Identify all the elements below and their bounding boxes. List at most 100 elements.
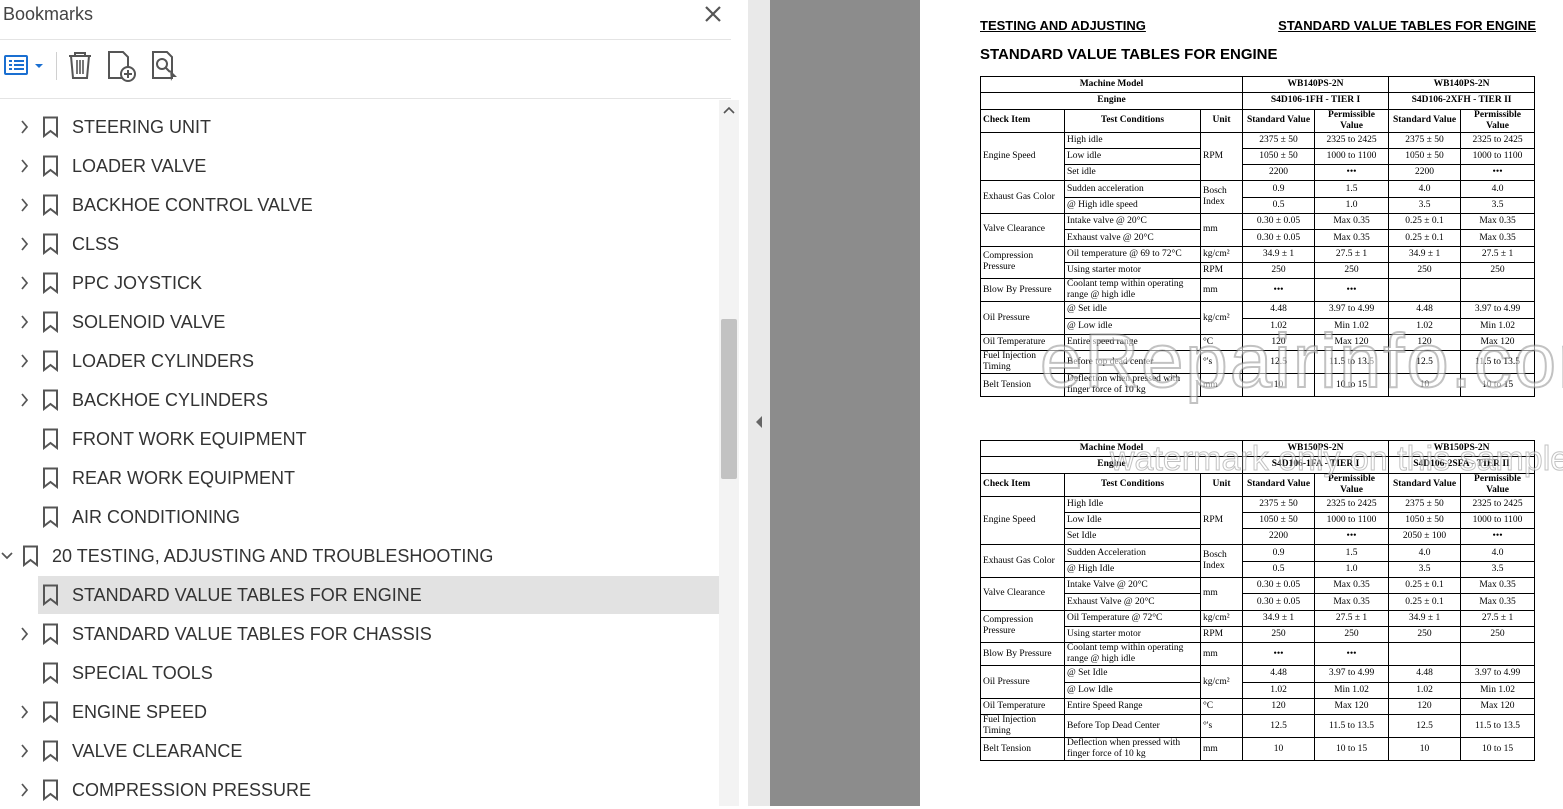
table-cell: Min 1.02 [1460,681,1536,699]
document-viewer[interactable]: TESTING AND ADJUSTING STANDARD VALUE TAB… [770,0,1563,806]
bookmark-item[interactable]: STANDARD VALUE TABLES FOR CHASSIS [0,615,719,653]
table-cell: 250 [1388,625,1462,644]
table-cell: Exhaust valve @ 20°C [1064,229,1201,247]
chevron-right-icon[interactable] [16,391,34,409]
bookmark-item[interactable]: ENGINE SPEED [0,693,719,731]
table-cell: RPM [1199,261,1244,280]
bookmark-item[interactable]: AIR CONDITIONING [0,498,719,536]
table-cell: Valve Clearance [980,577,1065,611]
chevron-right-icon[interactable] [16,625,34,643]
table-cell: Exhaust Gas Color [980,180,1065,215]
table-cell: 4.48 [1388,301,1462,319]
bookmark-item[interactable]: BACKHOE CONTROL VALVE [0,186,719,224]
table-cell: 4.0 [1388,180,1462,198]
bookmark-item[interactable]: LOADER CYLINDERS [0,342,719,380]
bookmark-item[interactable]: COMPRESSION PRESSURE [0,771,719,809]
table-cell: 1.0 [1314,196,1390,215]
table-cell: Before top dead center [1064,350,1201,375]
bookmark-item[interactable]: FRONT WORK EQUIPMENT [0,420,719,458]
table-cell: S4D106-2XFH - TIER II [1388,92,1536,110]
table-cell: Unit [1199,472,1244,497]
bookmark-item[interactable]: SOLENOID VALVE [0,303,719,341]
table-cell: 27.5 ± 1 [1314,245,1390,263]
bookmark-item[interactable]: VALVE CLEARANCE [0,732,719,770]
bookmark-item[interactable]: LOADER VALVE [0,147,719,185]
table-cell: 1000 to 1100 [1460,511,1536,530]
table-cell: RPM [1199,625,1244,644]
engine-spec-table-wb140: Machine Model WB140PS-2N WB140PS-2N Engine S… [979,75,1536,398]
bookmark-item[interactable]: CLSS [0,225,719,263]
table-cell: 250 [1314,261,1390,280]
table-cell: 2050 ± 100 [1388,528,1462,546]
bookmark-item[interactable]: BACKHOE CYLINDERS [0,381,719,419]
chevron-right-icon[interactable] [16,157,34,175]
table-cell: 4.48 [1388,665,1462,683]
table-cell: WB140PS-2N [1388,75,1536,94]
table-cell: 2325 to 2425 [1460,495,1536,513]
chevron-right-icon[interactable] [16,118,34,136]
table-cell: ••• [1314,528,1390,546]
table-cell: Fuel Injection Timing [980,350,1065,375]
chevron-right-icon[interactable] [16,196,34,214]
chevron-right-icon[interactable] [16,352,34,370]
bookmark-label: REAR WORK EQUIPMENT [72,468,296,488]
collapse-panel-icon[interactable] [754,415,764,429]
bookmark-icon [43,389,58,411]
table-cell: Max 0.35 [1314,229,1390,247]
scroll-up-button[interactable] [719,100,739,120]
page-header-left: TESTING AND ADJUSTING [980,18,1146,33]
table-cell: Standard Value [1388,472,1462,497]
find-bookmark-button[interactable] [148,48,184,84]
chevron-right-icon[interactable] [16,781,34,799]
bookmark-icon [43,779,58,801]
bookmark-item[interactable]: STANDARD VALUE TABLES FOR ENGINE [38,576,719,614]
bookmark-item[interactable]: PPC JOYSTICK [0,264,719,302]
bookmark-icon [43,740,58,762]
table-cell: 2200 [1242,164,1316,182]
table-row: Exhaust valve @ 20°C 0.30 ± 0.05 Max 0.35 0… [981,229,1536,247]
table-row: Fuel Injection Timing Before top dead cen… [980,350,1536,375]
table-cell: 3.97 to 4.99 [1314,665,1390,683]
table-cell: 2375 ± 50 [1388,131,1462,149]
table-cell: 2325 to 2425 [1314,131,1390,149]
chevron-right-icon[interactable] [16,313,34,331]
table-cell: Oil Temperature [980,697,1065,716]
table-cell: Bosch Index [1199,180,1244,215]
panel-splitter[interactable] [748,0,770,806]
table-cell: 12.5 [1242,714,1316,739]
chevron-down-icon[interactable] [0,547,16,565]
chevron-right-icon[interactable] [16,742,34,760]
table-cell: Oil temperature @ 69 to 72°C [1064,245,1201,263]
table-row: Exhaust Valve @ 20°C 0.30 ± 0.05 Max 0.35 0… [981,593,1536,611]
table-cell: Engine Speed [980,495,1065,546]
chevron-right-icon[interactable] [16,235,34,253]
table-cell: Oil Pressure [980,665,1065,699]
table-cell: 4.48 [1242,665,1316,683]
bookmark-item[interactable]: SPECIAL TOOLS [0,654,719,692]
table-cell: 1.02 [1242,317,1316,335]
table-cell: 1000 to 1100 [1314,147,1390,166]
delete-bookmark-button[interactable] [63,48,97,84]
table-cell: Max 0.35 [1314,213,1390,231]
table-cell: Entire Speed Range [1064,697,1201,716]
bookmark-icon [43,233,58,255]
table-cell: RPM [1199,131,1244,182]
bookmark-icon [43,350,58,372]
chevron-right-icon[interactable] [16,274,34,292]
options-menu-button[interactable] [2,48,46,84]
bookmark-item[interactable]: STEERING UNIT [0,108,719,146]
bookmark-icon [43,584,58,606]
table-cell: Max 0.35 [1460,593,1536,611]
bookmark-icon [43,467,58,489]
table-cell: mm [1199,213,1244,247]
table-cell: Intake Valve @ 20°C [1064,577,1201,595]
close-panel-button[interactable] [700,1,726,27]
bookmark-scrollbar[interactable] [719,100,739,806]
chevron-right-icon[interactable] [16,703,34,721]
scrollbar-thumb[interactable] [721,319,737,479]
bookmark-item[interactable]: 20 TESTING, ADJUSTING AND TROUBLESHOOTIN… [0,537,719,575]
table-row: Blow By Pressure Coolant temp within oper… [980,278,1536,303]
add-bookmark-button[interactable] [104,48,140,84]
table-cell: Max 120 [1314,333,1390,352]
bookmark-item[interactable]: REAR WORK EQUIPMENT [0,459,719,497]
